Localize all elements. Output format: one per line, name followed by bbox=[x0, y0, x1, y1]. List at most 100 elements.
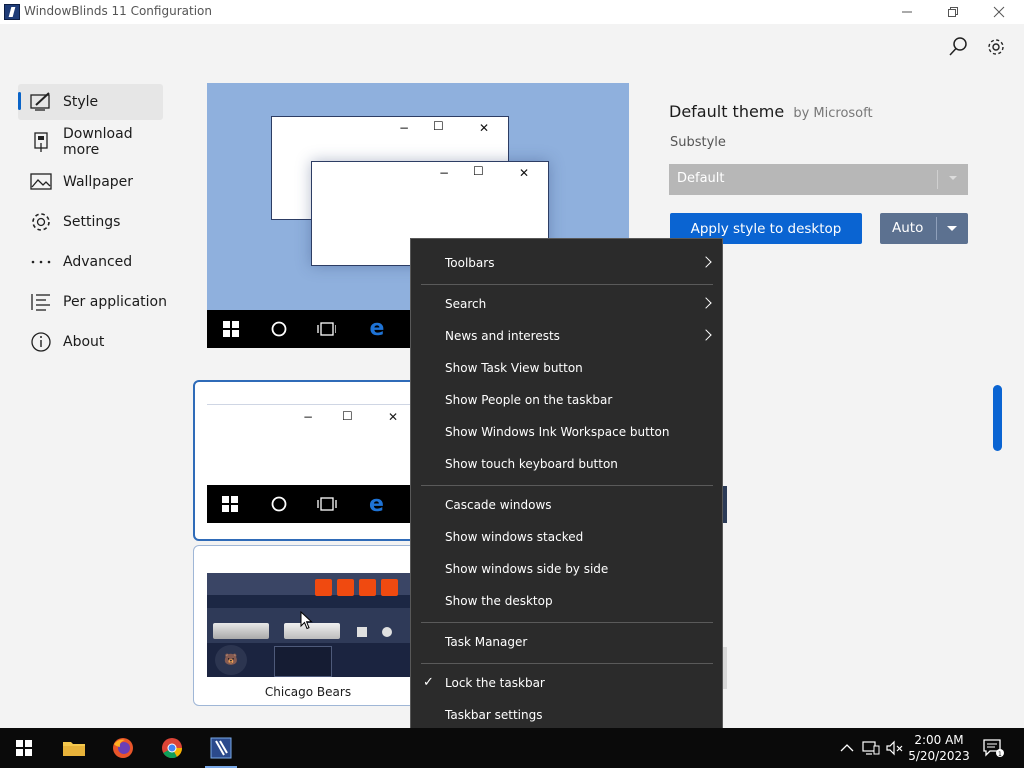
sidebar-item-label: Style bbox=[63, 94, 99, 110]
gear-icon bbox=[30, 211, 52, 233]
auto-split-button[interactable]: Auto bbox=[880, 213, 968, 244]
menu-item-show-ink-workspace[interactable]: Show Windows Ink Workspace button bbox=[411, 418, 722, 446]
sidebar-item-label: Advanced bbox=[63, 254, 133, 270]
card-window-preview: − ☐ ✕ bbox=[207, 404, 421, 470]
substyle-label: Substyle bbox=[670, 135, 726, 150]
sidebar-nav: Style Download more Wallpaper Settings A… bbox=[18, 84, 168, 364]
menu-item-label: Show windows stacked bbox=[445, 530, 584, 544]
svg-text:1: 1 bbox=[998, 751, 1002, 758]
bears-logo-icon: 🐻 bbox=[215, 645, 247, 675]
notification-icon: 1 bbox=[983, 739, 1004, 758]
menu-item-label: Show Windows Ink Workspace button bbox=[445, 425, 670, 439]
preview-close-icon: ✕ bbox=[479, 121, 490, 135]
bears-taskbar-button bbox=[274, 646, 332, 677]
chevron-down-icon bbox=[949, 176, 957, 180]
card-minimize-icon: − bbox=[303, 410, 314, 424]
scrollbar-thumb[interactable] bbox=[993, 385, 1002, 451]
menu-item-taskbar-settings[interactable]: Taskbar settings bbox=[411, 701, 722, 729]
windowblinds-app-icon bbox=[4, 4, 20, 20]
clock-time: 2:00 AM bbox=[914, 733, 964, 747]
firefox-button[interactable] bbox=[99, 728, 147, 768]
sidebar-item-advanced[interactable]: Advanced bbox=[18, 244, 168, 280]
sidebar-item-download-more[interactable]: Download more bbox=[18, 124, 168, 160]
firefox-icon bbox=[113, 738, 133, 758]
minimize-button[interactable] bbox=[884, 0, 930, 24]
chevron-up-icon bbox=[840, 744, 854, 752]
close-button[interactable] bbox=[976, 0, 1022, 24]
bears-button-icon bbox=[315, 579, 332, 596]
checkmark-icon: ✓ bbox=[423, 675, 434, 690]
search-button[interactable] bbox=[947, 36, 969, 58]
windows-taskbar: 2:00 AM 5/20/2023 1 bbox=[0, 728, 1024, 768]
clock-date: 5/20/2023 bbox=[908, 749, 970, 763]
menu-separator bbox=[421, 284, 713, 285]
restore-button[interactable] bbox=[930, 0, 976, 24]
menu-item-cascade-windows[interactable]: Cascade windows bbox=[411, 491, 722, 519]
sidebar-item-label: Download more bbox=[63, 126, 133, 158]
file-explorer-icon bbox=[63, 742, 85, 756]
menu-item-show-people[interactable]: Show People on the taskbar bbox=[411, 386, 722, 414]
menu-separator bbox=[421, 485, 713, 486]
style-card-label: Chicago Bears bbox=[264, 685, 352, 699]
network-button[interactable] bbox=[862, 738, 880, 758]
network-icon bbox=[862, 741, 880, 755]
menu-item-show-desktop[interactable]: Show the desktop bbox=[411, 587, 722, 615]
card-taskbar-preview: e bbox=[207, 485, 421, 523]
theme-heading: Default theme by Microsoft bbox=[669, 102, 873, 121]
sidebar-item-wallpaper[interactable]: Wallpaper bbox=[18, 164, 168, 200]
auto-button-label: Auto bbox=[892, 220, 924, 236]
menu-item-search[interactable]: Search bbox=[411, 290, 722, 318]
settings-button[interactable] bbox=[985, 36, 1007, 58]
chevron-right-icon bbox=[700, 256, 712, 268]
menu-item-label: Cascade windows bbox=[445, 498, 552, 512]
substyle-dropdown[interactable]: Default bbox=[669, 164, 968, 195]
sidebar-item-about[interactable]: About bbox=[18, 324, 168, 360]
card-close-icon: ✕ bbox=[388, 410, 399, 424]
sidebar-item-per-application[interactable]: Per application bbox=[18, 284, 168, 320]
sidebar-item-style[interactable]: Style bbox=[18, 84, 163, 120]
minimize-icon bbox=[902, 11, 912, 13]
sidebar-item-settings[interactable]: Settings bbox=[18, 204, 168, 240]
style-brush-icon bbox=[30, 91, 52, 113]
menu-item-label: Show Task View button bbox=[445, 361, 583, 375]
preview-edge-icon: e bbox=[369, 316, 385, 341]
start-button[interactable] bbox=[0, 728, 48, 768]
bears-radio-icon bbox=[382, 627, 392, 637]
menu-item-side-by-side[interactable]: Show windows side by side bbox=[411, 555, 722, 583]
sidebar-item-label: About bbox=[63, 334, 105, 350]
sidebar-item-label: Settings bbox=[63, 214, 121, 230]
chevron-right-icon bbox=[700, 297, 712, 309]
menu-item-show-stacked[interactable]: Show windows stacked bbox=[411, 523, 722, 551]
download-icon bbox=[30, 131, 52, 153]
action-center-button[interactable]: 1 bbox=[982, 738, 1004, 758]
menu-item-label: News and interests bbox=[445, 329, 560, 343]
taskbar-context-menu: Toolbars Search News and interests Show … bbox=[410, 238, 723, 740]
style-card-default[interactable]: − ☐ ✕ e bbox=[193, 380, 423, 541]
card-start-icon bbox=[221, 495, 239, 517]
menu-item-label: Show the desktop bbox=[445, 594, 553, 608]
chrome-button[interactable] bbox=[148, 728, 196, 768]
dots-icon bbox=[30, 251, 52, 273]
caret-down-icon[interactable] bbox=[947, 226, 957, 231]
menu-item-label: Toolbars bbox=[445, 256, 495, 270]
menu-item-label: Search bbox=[445, 297, 487, 311]
preview-minimize-icon: − bbox=[439, 166, 450, 180]
theme-name: Default theme bbox=[669, 102, 785, 121]
menu-item-show-touch-keyboard[interactable]: Show touch keyboard button bbox=[411, 450, 722, 478]
menu-item-toolbars[interactable]: Toolbars bbox=[411, 249, 722, 277]
show-hidden-icons-button[interactable] bbox=[838, 738, 856, 758]
card-cortana-icon bbox=[270, 495, 288, 517]
menu-item-label: Show People on the taskbar bbox=[445, 393, 613, 407]
menu-item-show-task-view[interactable]: Show Task View button bbox=[411, 354, 722, 382]
file-explorer-button[interactable] bbox=[50, 728, 98, 768]
menu-item-lock-taskbar[interactable]: ✓ Lock the taskbar bbox=[411, 669, 722, 697]
system-clock[interactable]: 2:00 AM 5/20/2023 bbox=[900, 732, 978, 764]
menu-item-label: Show touch keyboard button bbox=[445, 457, 618, 471]
menu-item-news-and-interests[interactable]: News and interests bbox=[411, 322, 722, 350]
menu-item-task-manager[interactable]: Task Manager bbox=[411, 628, 722, 656]
split-divider bbox=[936, 217, 937, 240]
menu-separator bbox=[421, 663, 713, 664]
windowblinds-taskbar-button[interactable] bbox=[197, 728, 245, 768]
theme-author: by Microsoft bbox=[793, 106, 873, 121]
windowblinds-icon bbox=[210, 737, 232, 759]
